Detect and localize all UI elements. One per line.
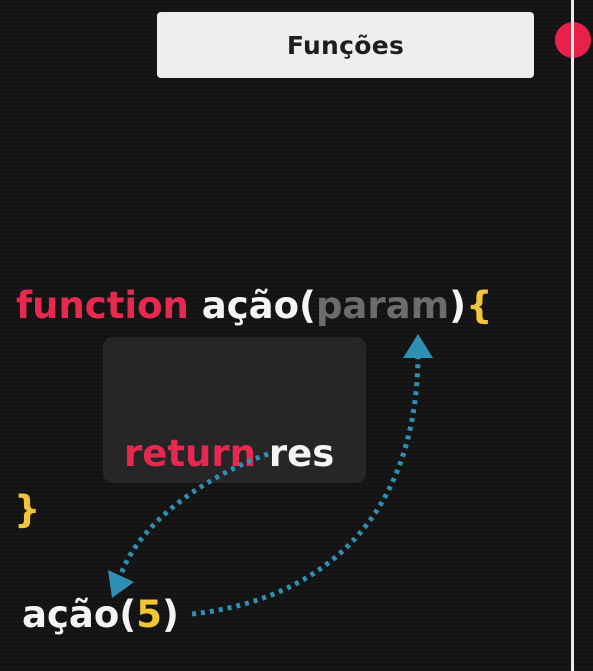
open-brace: {: [466, 284, 493, 327]
close-brace: }: [14, 488, 41, 531]
call-name: ação(: [22, 593, 137, 636]
closing-brace-line: }: [14, 488, 40, 532]
function-declaration-line: function ação(param){: [16, 284, 492, 328]
call-close-paren: ): [161, 593, 179, 636]
page-title: Funções: [286, 30, 405, 60]
function-call-line: ação(5): [22, 593, 179, 637]
call-argument: 5: [136, 593, 162, 636]
return-keyword: return: [124, 432, 256, 475]
vertical-divider: [571, 0, 574, 671]
function-keyword: function: [16, 284, 189, 327]
function-name: ação(: [201, 284, 316, 327]
title-card: Funções: [157, 12, 534, 78]
diagram-canvas: Funções function ação(param){ return res…: [0, 0, 593, 671]
param-arrowhead-icon: [403, 334, 433, 358]
return-line: return res: [124, 432, 334, 476]
return-value: res: [268, 432, 335, 475]
function-param: param: [315, 284, 450, 327]
close-paren: ): [449, 284, 467, 327]
flow-arrows: [108, 334, 433, 617]
